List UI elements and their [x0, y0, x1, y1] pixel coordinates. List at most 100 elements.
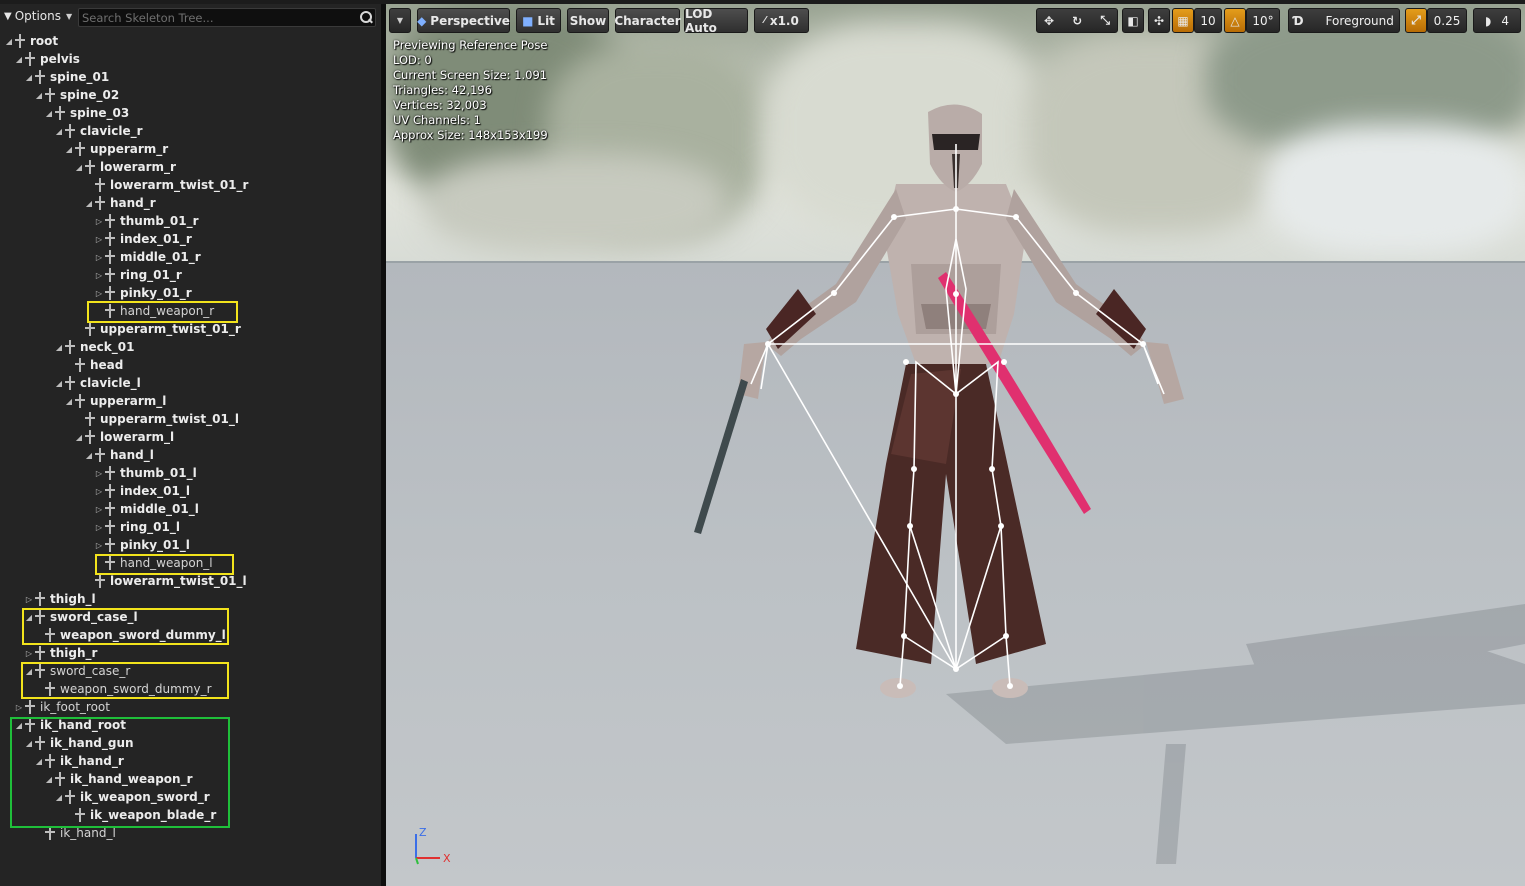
tree-row[interactable]: ◢ root	[0, 32, 381, 50]
expanded-arrow-icon[interactable]: ◢	[44, 775, 54, 784]
expanded-arrow-icon[interactable]: ◢	[24, 739, 34, 748]
viewport-menu-button[interactable]: ▼	[389, 8, 411, 33]
tree-row[interactable]: ▷ ring_01_l	[0, 518, 381, 536]
tree-row[interactable]: ◢ sword_case_l	[0, 608, 381, 626]
tree-row[interactable]: ◢ clavicle_r	[0, 122, 381, 140]
lit-button[interactable]: ■ Lit	[516, 8, 561, 33]
tree-row[interactable]: weapon_sword_dummy_r	[0, 680, 381, 698]
expanded-arrow-icon[interactable]: ◢	[24, 667, 34, 676]
tree-row[interactable]: lowerarm_twist_01_r	[0, 176, 381, 194]
collapsed-arrow-icon[interactable]: ▷	[94, 469, 104, 478]
surface-snap-button[interactable]: ✣	[1148, 8, 1170, 33]
tree-row[interactable]: hand_weapon_r	[0, 302, 381, 320]
tree-row[interactable]: ◢ ik_hand_root	[0, 716, 381, 734]
search-input[interactable]	[79, 9, 357, 26]
expanded-arrow-icon[interactable]: ◢	[74, 163, 84, 172]
collapsed-arrow-icon[interactable]: ▷	[94, 487, 104, 496]
tree-row[interactable]: ◢ ik_weapon_sword_r	[0, 788, 381, 806]
tree-row[interactable]: ▷ thumb_01_l	[0, 464, 381, 482]
collapsed-arrow-icon[interactable]: ▷	[94, 289, 104, 298]
collapsed-arrow-icon[interactable]: ▷	[94, 505, 104, 514]
character-button[interactable]: Character	[614, 8, 681, 33]
tree-row[interactable]: ◢ upperarm_l	[0, 392, 381, 410]
options-dropdown[interactable]: ▼ Options ▼	[4, 7, 74, 25]
tree-row[interactable]: ▷ middle_01_l	[0, 500, 381, 518]
tree-row[interactable]: ◢ clavicle_l	[0, 374, 381, 392]
expanded-arrow-icon[interactable]: ◢	[54, 379, 64, 388]
tree-row[interactable]: ik_hand_l	[0, 824, 381, 842]
translate-icon[interactable]: ✥	[1044, 14, 1054, 28]
collapsed-arrow-icon[interactable]: ▷	[94, 235, 104, 244]
tree-row[interactable]: ◢ lowerarm_l	[0, 428, 381, 446]
tree-row[interactable]: ▷ thumb_01_r	[0, 212, 381, 230]
scale-icon[interactable]: ⤡	[1100, 13, 1110, 28]
expanded-arrow-icon[interactable]: ◢	[64, 397, 74, 406]
tree-row[interactable]: ◢ lowerarm_r	[0, 158, 381, 176]
tree-row[interactable]: ◢ upperarm_r	[0, 140, 381, 158]
expanded-arrow-icon[interactable]: ◢	[44, 109, 54, 118]
expanded-arrow-icon[interactable]: ◢	[34, 91, 44, 100]
playback-speed-button[interactable]: ⁄ x1.0	[754, 8, 809, 33]
tree-row[interactable]: hand_weapon_l	[0, 554, 381, 572]
expanded-arrow-icon[interactable]: ◢	[84, 199, 94, 208]
show-button[interactable]: Show	[567, 8, 609, 33]
scale-snap-value[interactable]: 0.25	[1427, 8, 1467, 33]
tree-row[interactable]: ◢ hand_r	[0, 194, 381, 212]
tree-row[interactable]: ◢ ik_hand_gun	[0, 734, 381, 752]
collapsed-arrow-icon[interactable]: ▷	[14, 703, 24, 712]
tree-row[interactable]: ▷ ik_foot_root	[0, 698, 381, 716]
tree-row[interactable]: ◢ neck_01	[0, 338, 381, 356]
tree-row[interactable]: weapon_sword_dummy_l	[0, 626, 381, 644]
tree-row[interactable]: ▷ index_01_l	[0, 482, 381, 500]
tree-row[interactable]: ◢ spine_02	[0, 86, 381, 104]
tree-row[interactable]: upperarm_twist_01_l	[0, 410, 381, 428]
tree-row[interactable]: ▷ thigh_l	[0, 590, 381, 608]
camera-speed-button[interactable]: ◗ 4	[1473, 8, 1521, 33]
tree-row[interactable]: ◢ ik_hand_r	[0, 752, 381, 770]
tree-row[interactable]: ◢ pelvis	[0, 50, 381, 68]
expanded-arrow-icon[interactable]: ◢	[34, 757, 44, 766]
expanded-arrow-icon[interactable]: ◢	[64, 145, 74, 154]
grid-snap-value[interactable]: 10	[1194, 8, 1222, 33]
collapsed-arrow-icon[interactable]: ▷	[24, 595, 34, 604]
expanded-arrow-icon[interactable]: ◢	[54, 793, 64, 802]
tree-row[interactable]: ik_weapon_blade_r	[0, 806, 381, 824]
rotation-snap-toggle[interactable]: △	[1224, 8, 1246, 33]
rotation-snap-value[interactable]: 10°	[1246, 8, 1280, 33]
tree-row[interactable]: ◢ ik_hand_weapon_r	[0, 770, 381, 788]
expanded-arrow-icon[interactable]: ◢	[14, 721, 24, 730]
tree-row[interactable]: upperarm_twist_01_r	[0, 320, 381, 338]
preview-viewport[interactable]: ▼ ◆ Perspective ■ Lit Show Character LOD…	[386, 4, 1525, 886]
search-icon[interactable]	[357, 9, 375, 27]
collapsed-arrow-icon[interactable]: ▷	[94, 253, 104, 262]
tree-row[interactable]: ▷ ring_01_r	[0, 266, 381, 284]
collapsed-arrow-icon[interactable]: ▷	[24, 649, 34, 658]
tree-row[interactable]: ◢ sword_case_r	[0, 662, 381, 680]
collapsed-arrow-icon[interactable]: ▷	[94, 541, 104, 550]
tree-row[interactable]: ◢ spine_03	[0, 104, 381, 122]
rotate-icon[interactable]: ↻	[1072, 14, 1082, 28]
perspective-button[interactable]: ◆ Perspective	[417, 8, 510, 33]
tree-row[interactable]: ▷ middle_01_r	[0, 248, 381, 266]
tree-row[interactable]: ▷ thigh_r	[0, 644, 381, 662]
expanded-arrow-icon[interactable]: ◢	[4, 37, 14, 46]
collapsed-arrow-icon[interactable]: ▷	[94, 523, 104, 532]
tree-row[interactable]: head	[0, 356, 381, 374]
tree-row[interactable]: ▷ index_01_r	[0, 230, 381, 248]
layer-dropdown[interactable]: Ɗ Foreground	[1288, 8, 1400, 33]
tree-row[interactable]: ▷ pinky_01_r	[0, 284, 381, 302]
scale-snap-toggle[interactable]: ⤢	[1405, 8, 1427, 33]
expanded-arrow-icon[interactable]: ◢	[14, 55, 24, 64]
collapsed-arrow-icon[interactable]: ▷	[94, 217, 104, 226]
tree-row[interactable]: lowerarm_twist_01_l	[0, 572, 381, 590]
expanded-arrow-icon[interactable]: ◢	[74, 433, 84, 442]
tree-row[interactable]: ▷ pinky_01_l	[0, 536, 381, 554]
world-local-toggle[interactable]: ◧	[1122, 8, 1144, 33]
collapsed-arrow-icon[interactable]: ▷	[94, 271, 104, 280]
expanded-arrow-icon[interactable]: ◢	[24, 73, 34, 82]
tree-row[interactable]: ◢ hand_l	[0, 446, 381, 464]
lod-button[interactable]: LOD Auto	[684, 7, 748, 35]
expanded-arrow-icon[interactable]: ◢	[84, 451, 94, 460]
expanded-arrow-icon[interactable]: ◢	[54, 127, 64, 136]
grid-snap-toggle[interactable]: ▦	[1172, 8, 1194, 33]
